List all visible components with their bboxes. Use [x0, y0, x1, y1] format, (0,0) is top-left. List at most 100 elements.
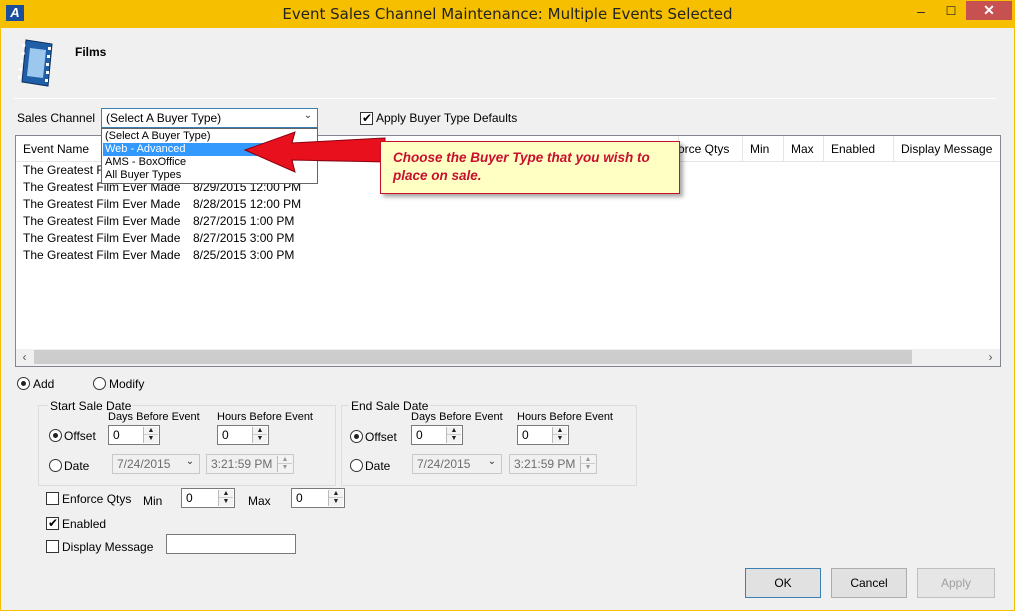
caret-down-icon[interactable]: ▼: [219, 498, 233, 506]
end-date-value: 7/24/2015: [417, 457, 471, 471]
column-header-enabled[interactable]: Enabled: [824, 136, 894, 162]
section-title: Films: [75, 45, 107, 59]
ok-button[interactable]: OK: [745, 568, 821, 598]
caret-down-icon[interactable]: ▼: [553, 435, 567, 443]
end-days-stepper[interactable]: 0 ▲ ▼: [411, 425, 463, 445]
caret-up-icon[interactable]: ▲: [219, 490, 233, 498]
add-radio[interactable]: [17, 377, 30, 390]
max-label: Max: [248, 494, 271, 508]
row-event-name[interactable]: The Greatest Film Ever Made: [23, 230, 180, 247]
end-date-radio[interactable]: [350, 459, 363, 472]
row-event-name[interactable]: The Greatest Film Ever Made: [23, 196, 180, 213]
stepper-buttons[interactable]: ▲ ▼: [252, 427, 267, 443]
stepper-buttons[interactable]: ▲ ▼: [552, 427, 567, 443]
end-days-value: 0: [416, 428, 423, 442]
add-label: Add: [33, 377, 55, 391]
start-offset-label: Offset: [64, 429, 96, 443]
start-offset-radio[interactable]: [49, 429, 62, 442]
close-button[interactable]: ✕: [966, 0, 1012, 20]
divider: [14, 98, 996, 99]
apply-button[interactable]: Apply: [917, 568, 995, 598]
display-message-input[interactable]: [166, 534, 296, 554]
modify-radio[interactable]: [93, 377, 106, 390]
stepper-buttons[interactable]: ▲ ▼: [143, 427, 158, 443]
start-date-radio[interactable]: [49, 459, 62, 472]
column-header-enforce-qtys[interactable]: orce Qtys: [671, 136, 743, 162]
caret-down-icon[interactable]: ▼: [253, 435, 267, 443]
display-message-checkbox[interactable]: [46, 540, 59, 553]
column-header-display-message[interactable]: Display Message: [894, 136, 1000, 162]
window-title: Event Sales Channel Maintenance: Multipl…: [282, 5, 733, 23]
start-time-value: 3:21:59 PM: [211, 457, 273, 471]
scrollbar-thumb[interactable]: [34, 350, 912, 364]
chevron-down-icon[interactable]: ⌄: [486, 456, 498, 467]
min-label: Min: [143, 494, 163, 508]
max-stepper[interactable]: 0 ▲ ▼: [291, 488, 345, 508]
callout-arrow-icon: [243, 131, 386, 173]
min-value: 0: [186, 491, 193, 505]
end-time-value: 3:21:59 PM: [514, 457, 576, 471]
start-days-stepper[interactable]: 0 ▲ ▼: [108, 425, 160, 445]
row-event-name[interactable]: The Greatest Film Ever Made: [23, 247, 180, 264]
stepper-buttons[interactable]: ▲ ▼: [328, 490, 343, 506]
caret-down-icon[interactable]: ▼: [144, 435, 158, 443]
caret-up-icon[interactable]: ▲: [447, 427, 461, 435]
column-header-min[interactable]: Min: [743, 136, 784, 162]
enforce-qtys-label: Enforce Qtys: [62, 492, 132, 506]
chevron-down-icon[interactable]: ⌄: [302, 110, 314, 121]
chevron-left-icon[interactable]: ‹: [16, 349, 33, 366]
stepper-buttons[interactable]: ▲ ▼: [446, 427, 461, 443]
row-event-date[interactable]: 8/27/2015 3:00 PM: [193, 230, 294, 247]
caret-down-icon[interactable]: ▼: [329, 498, 343, 506]
caret-up-icon[interactable]: ▲: [144, 427, 158, 435]
caret-up-icon[interactable]: ▲: [253, 427, 267, 435]
end-time-stepper[interactable]: 3:21:59 PM ▲ ▼: [509, 454, 597, 474]
caret-up-icon[interactable]: ▲: [329, 490, 343, 498]
cancel-button[interactable]: Cancel: [831, 568, 907, 598]
stepper-buttons[interactable]: ▲ ▼: [580, 456, 595, 472]
column-header-max[interactable]: Max: [784, 136, 824, 162]
caret-down-icon[interactable]: ▼: [278, 464, 292, 472]
chevron-right-icon[interactable]: ›: [982, 349, 999, 366]
row-event-date[interactable]: 8/25/2015 3:00 PM: [193, 247, 294, 264]
sales-channel-select[interactable]: (Select A Buyer Type) ⌄: [101, 108, 318, 128]
end-hours-value: 0: [522, 428, 529, 442]
start-days-label: Days Before Event: [108, 411, 200, 423]
row-event-name[interactable]: The Greatest Film Ever Made: [23, 213, 180, 230]
caret-up-icon[interactable]: ▲: [581, 456, 595, 464]
row-event-date[interactable]: 8/27/2015 1:00 PM: [193, 213, 294, 230]
start-hours-label: Hours Before Event: [217, 411, 313, 423]
maximize-button[interactable]: ☐: [936, 0, 966, 22]
start-date-label: Date: [64, 459, 90, 473]
caret-up-icon[interactable]: ▲: [553, 427, 567, 435]
start-hours-stepper[interactable]: 0 ▲ ▼: [217, 425, 269, 445]
end-days-label: Days Before Event: [411, 411, 503, 423]
start-date-picker[interactable]: 7/24/2015 ⌄: [112, 454, 200, 474]
radio-dot: [21, 381, 26, 386]
chevron-down-icon[interactable]: ⌄: [184, 456, 196, 467]
display-message-label: Display Message: [62, 540, 154, 554]
start-time-stepper[interactable]: 3:21:59 PM ▲ ▼: [206, 454, 294, 474]
end-hours-stepper[interactable]: 0 ▲ ▼: [517, 425, 569, 445]
horizontal-scrollbar[interactable]: ‹ ›: [16, 349, 1000, 366]
enforce-qtys-checkbox[interactable]: [46, 492, 59, 505]
end-date-label: Date: [365, 459, 391, 473]
stepper-buttons[interactable]: ▲ ▼: [277, 456, 292, 472]
max-value: 0: [296, 491, 303, 505]
check-icon: ✔: [48, 516, 59, 530]
minimize-button[interactable]: –: [906, 0, 936, 22]
end-date-picker[interactable]: 7/24/2015 ⌄: [412, 454, 502, 474]
end-offset-label: Offset: [365, 430, 397, 444]
sales-channel-value: (Select A Buyer Type): [106, 111, 222, 125]
check-icon: ✔: [362, 111, 373, 125]
stepper-buttons[interactable]: ▲ ▼: [218, 490, 233, 506]
caret-down-icon[interactable]: ▼: [447, 435, 461, 443]
enabled-checkbox[interactable]: ✔: [46, 516, 59, 530]
end-offset-radio[interactable]: [350, 430, 363, 443]
min-stepper[interactable]: 0 ▲ ▼: [181, 488, 235, 508]
row-event-date[interactable]: 8/28/2015 12:00 PM: [193, 196, 301, 213]
caret-up-icon[interactable]: ▲: [278, 456, 292, 464]
caret-down-icon[interactable]: ▼: [581, 464, 595, 472]
apply-defaults-checkbox[interactable]: ✔: [360, 111, 373, 125]
film-reel-icon: [18, 39, 53, 87]
